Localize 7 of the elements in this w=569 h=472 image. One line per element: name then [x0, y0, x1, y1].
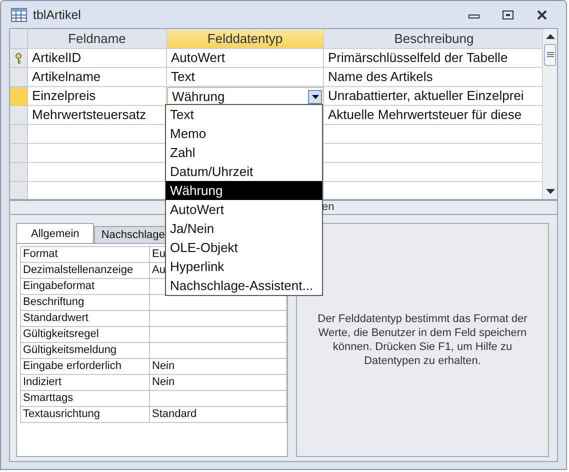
help-text: Der Felddatentyp bestimmt das Format der Werte, die Benutzer in dem Feld speichern können. Drücken Sie F1, um Hilfe zu Datentypen zu erhalten.	[316, 312, 528, 368]
table-cell: Einzelpreis	[28, 87, 167, 106]
table-cell: AutoWert	[167, 49, 324, 68]
table-cell: Artikelname	[28, 68, 167, 87]
window-title: tblArtikel	[33, 8, 81, 22]
table-cell: Text	[167, 68, 324, 87]
table-cell: ArtikelID	[28, 49, 167, 68]
